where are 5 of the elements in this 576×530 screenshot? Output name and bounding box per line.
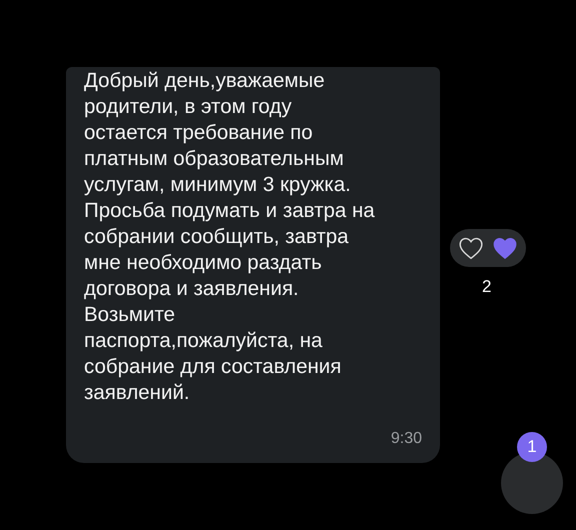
reaction-count: 2 xyxy=(482,276,492,298)
message-text: Добрый день,уважаемые родители, в этом году остается требование по платным образовательным услугам, минимум 3 кружка. Просьба подумать и завтра на собрании сообщить, завтра мне необходимо раздать договора и заявления. Возьмите паспорта,пожалуйста, на собрание для составления заявлений. xyxy=(84,68,376,406)
heart-icon[interactable] xyxy=(458,236,484,260)
message-time: 9:30 xyxy=(390,429,422,449)
unread-badge: 1 xyxy=(517,432,547,462)
